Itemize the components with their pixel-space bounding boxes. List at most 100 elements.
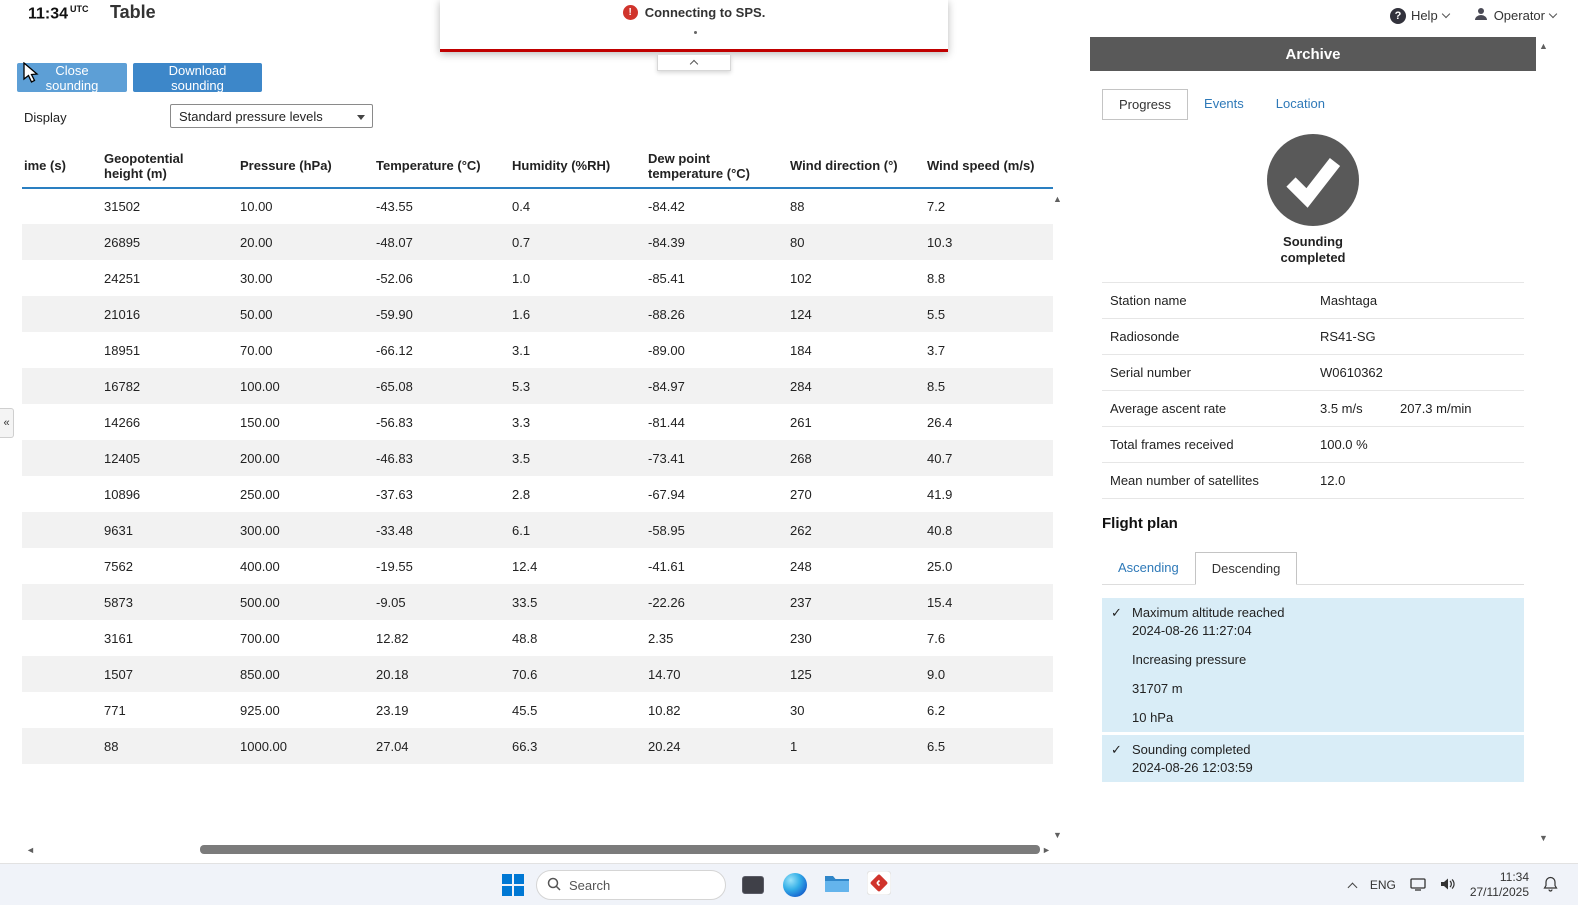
archive-tab-location[interactable]: Location bbox=[1260, 89, 1341, 120]
help-label: Help bbox=[1410, 8, 1438, 23]
flight-plan-title: Flight plan bbox=[1102, 515, 1178, 532]
scroll-right-arrow[interactable]: ► bbox=[1042, 845, 1051, 855]
table-cell: 6.5 bbox=[927, 738, 946, 754]
table-cell: 21016 bbox=[104, 306, 141, 322]
taskbar-search[interactable]: Search bbox=[536, 870, 726, 900]
archive-tab-events[interactable]: Events bbox=[1188, 89, 1260, 120]
column-header: Wind direction (°) bbox=[780, 148, 917, 189]
table-cell: 25.0 bbox=[927, 558, 953, 574]
table-row[interactable]: 5873 500.00 -9.05 33.5 -22.26 237 15.4 bbox=[22, 584, 1053, 620]
detail-row: Radiosonde RS41-SG bbox=[1102, 319, 1524, 355]
sidebar-collapse-handle[interactable]: « bbox=[0, 408, 14, 438]
taskbar-app-window[interactable] bbox=[738, 870, 768, 900]
table-row[interactable]: 3161 700.00 12.82 48.8 2.35 230 7.6 bbox=[22, 620, 1053, 656]
table-cell bbox=[22, 476, 94, 512]
table-row[interactable]: 7562 400.00 -19.55 12.4 -41.61 248 25.0 bbox=[22, 548, 1053, 584]
archive-panel-title: Archive bbox=[1090, 37, 1536, 71]
horizontal-scrollbar-thumb[interactable] bbox=[200, 845, 1040, 854]
volume-icon[interactable] bbox=[1440, 877, 1456, 894]
scroll-down-arrow[interactable]: ▼ bbox=[1053, 830, 1062, 840]
table-cell bbox=[22, 728, 94, 764]
taskbar-explorer[interactable] bbox=[822, 870, 852, 900]
table-row[interactable]: 26895 20.00 -48.07 0.7 -84.39 80 10.3 bbox=[22, 224, 1053, 260]
table-row[interactable]: 16782 100.00 -65.08 5.3 -84.97 284 8.5 bbox=[22, 368, 1053, 404]
detail-value: 12.0 bbox=[1320, 473, 1346, 488]
archive-tab-progress[interactable]: Progress bbox=[1102, 89, 1189, 120]
table-cell: 20.00 bbox=[240, 234, 273, 250]
help-menu[interactable]: ? Help bbox=[1389, 7, 1450, 24]
page-title: Table bbox=[110, 2, 156, 22]
language-indicator[interactable]: ENG bbox=[1370, 878, 1396, 892]
table-cell: 1.6 bbox=[512, 306, 531, 322]
search-placeholder: Search bbox=[569, 877, 611, 893]
table-row[interactable]: 14266 150.00 -56.83 3.3 -81.44 261 26.4 bbox=[22, 404, 1053, 440]
table-cell: -84.39 bbox=[648, 234, 685, 250]
table-cell: 3.3 bbox=[512, 414, 531, 430]
event-title: Maximum altitude reached bbox=[1132, 605, 1285, 620]
file-explorer-icon bbox=[824, 873, 850, 898]
scroll-up-arrow[interactable]: ▲ bbox=[1053, 194, 1062, 204]
table-row[interactable]: 31502 10.00 -43.55 0.4 -84.42 88 7.2 bbox=[22, 188, 1053, 224]
table-row[interactable]: 24251 30.00 -52.06 1.0 -85.41 102 8.8 bbox=[22, 260, 1053, 296]
scroll-left-arrow[interactable]: ◄ bbox=[26, 845, 35, 855]
table-row[interactable]: 9631 300.00 -33.48 6.1 -58.95 262 40.8 bbox=[22, 512, 1053, 548]
table-cell: 5.5 bbox=[927, 306, 946, 322]
table-row[interactable]: 18951 70.00 -66.12 3.1 -89.00 184 3.7 bbox=[22, 332, 1053, 368]
column-header: Dew point temperature (°C) bbox=[638, 148, 780, 189]
table-cell: 700.00 bbox=[240, 630, 280, 646]
table-row[interactable]: 10896 250.00 -37.63 2.8 -67.94 270 41.9 bbox=[22, 476, 1053, 512]
flight-event: 31707 m bbox=[1102, 674, 1524, 703]
detail-label: Average ascent rate bbox=[1110, 401, 1227, 416]
clock-date[interactable]: 11:34 27/11/2025 bbox=[1470, 870, 1529, 900]
table-cell: -46.83 bbox=[376, 450, 413, 466]
detail-value: Mashtaga bbox=[1320, 293, 1378, 308]
table-cell: 70.00 bbox=[240, 342, 273, 358]
chevron-down-icon bbox=[1548, 9, 1558, 18]
table-cell: -22.26 bbox=[648, 594, 685, 610]
table-cell: 14266 bbox=[104, 414, 141, 430]
table-cell: -52.06 bbox=[376, 270, 413, 286]
taskbar-edge[interactable] bbox=[780, 870, 810, 900]
dropdown-arrow-icon bbox=[357, 115, 365, 120]
error-icon: ! bbox=[622, 5, 638, 20]
table-row[interactable]: 12405 200.00 -46.83 3.5 -73.41 268 40.7 bbox=[22, 440, 1053, 476]
detail-label: Total frames received bbox=[1110, 437, 1234, 452]
panel-scroll-up-arrow[interactable]: ▲ bbox=[1539, 41, 1548, 51]
flight-tab-ascending[interactable]: Ascending bbox=[1102, 552, 1195, 584]
toast-collapse-button[interactable] bbox=[657, 55, 731, 71]
table-row[interactable]: 88 1000.00 27.04 66.3 20.24 1 6.5 bbox=[22, 728, 1053, 764]
panel-scroll-down-arrow[interactable]: ▼ bbox=[1539, 833, 1548, 843]
table-row[interactable]: 1507 850.00 20.18 70.6 14.70 125 9.0 bbox=[22, 656, 1053, 692]
toast-message: Connecting to SPS. bbox=[644, 5, 766, 20]
display-cast-icon[interactable] bbox=[1410, 877, 1426, 894]
table-cell: 6.2 bbox=[927, 702, 946, 718]
start-button[interactable] bbox=[502, 874, 524, 896]
topbar-right: ? Help Operator bbox=[1389, 6, 1558, 25]
detail-extra: 207.3 m/min bbox=[1400, 401, 1472, 416]
user-icon bbox=[1473, 6, 1489, 25]
table-cell: 3.1 bbox=[512, 342, 531, 358]
table-cell: 150.00 bbox=[240, 414, 280, 430]
table-row[interactable]: 21016 50.00 -59.90 1.6 -88.26 124 5.5 bbox=[22, 296, 1053, 332]
flight-tab-descending[interactable]: Descending bbox=[1194, 552, 1298, 585]
notification-bell-icon[interactable] bbox=[1543, 876, 1558, 895]
table-cell bbox=[22, 656, 94, 692]
display-select[interactable]: Standard pressure levels bbox=[170, 104, 373, 128]
operator-menu[interactable]: Operator bbox=[1473, 6, 1558, 25]
table-cell: 5.3 bbox=[512, 378, 531, 394]
table-cell: 40.8 bbox=[927, 522, 953, 538]
table-cell bbox=[22, 260, 94, 296]
table-row[interactable]: 771 925.00 23.19 45.5 10.82 30 6.2 bbox=[22, 692, 1053, 728]
tray-overflow-icon[interactable] bbox=[1347, 882, 1358, 892]
close-sounding-button[interactable]: Close sounding bbox=[17, 63, 127, 93]
table-cell: 12.4 bbox=[512, 558, 538, 574]
check-icon: ✓ bbox=[1111, 605, 1122, 620]
download-sounding-button[interactable]: Download sounding bbox=[133, 63, 262, 93]
table-cell: 20.18 bbox=[376, 666, 409, 682]
taskbar-sounding-app[interactable] bbox=[864, 870, 894, 900]
column-header: Temperature (°C) bbox=[366, 148, 502, 189]
table-cell: 31502 bbox=[104, 199, 141, 214]
table-cell: 125 bbox=[790, 666, 812, 682]
detail-row: Serial number W0610362 bbox=[1102, 355, 1524, 391]
detail-row: Mean number of satellites 12.0 bbox=[1102, 463, 1524, 499]
